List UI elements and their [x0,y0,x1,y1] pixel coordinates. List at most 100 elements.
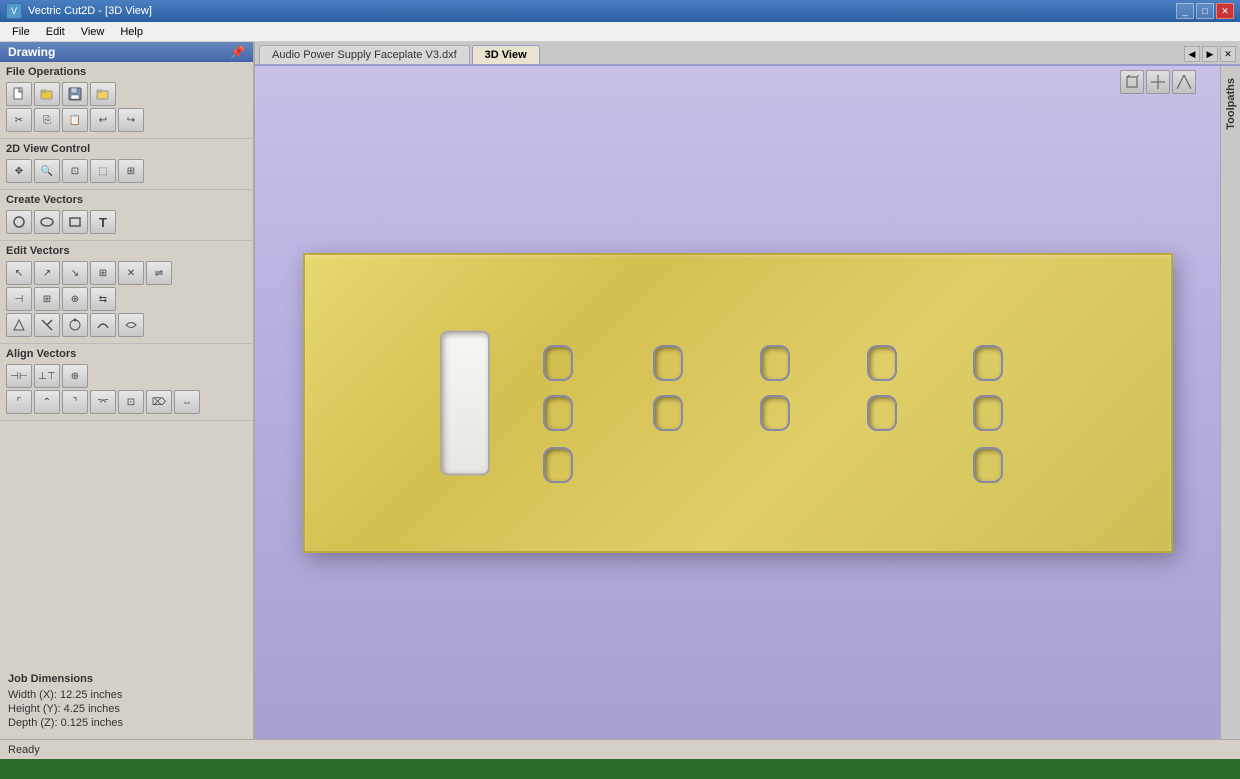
hole-1 [543,345,573,381]
ellipse-button[interactable] [34,210,60,234]
align-ml-btn[interactable]: ⌤ [90,390,116,414]
window-controls: _ □ ✕ [1176,3,1234,19]
edit-vectors-title: Edit Vectors [6,245,247,257]
edit-vectors-row1: ↖ ↗ ↘ ⊞ ✕ ⇌ [6,261,247,285]
convert-button[interactable]: ⇌ [146,261,172,285]
hole-7 [653,395,683,431]
copy-button[interactable]: ⎘ [34,108,60,132]
align-vectors-row2: ⌜ ⌃ ⌝ ⌤ ⊡ ⌦ ⇔ [6,390,247,414]
view-toolbar [1120,70,1196,94]
file-operations-title: File Operations [6,66,247,78]
node-edit-button[interactable]: ↗ [34,261,60,285]
sidebar-header: Drawing 📌 [0,42,253,62]
job-dims-title: Job Dimensions [8,673,245,685]
restore-button[interactable]: □ [1196,3,1214,19]
transform-button[interactable]: ⊞ [90,261,116,285]
smooth-node-button[interactable]: ↘ [62,261,88,285]
zoom-in-button[interactable]: 🔍 [34,159,60,183]
new-file-button[interactable] [6,82,32,106]
close-button[interactable]: ✕ [1216,3,1234,19]
trim-btn[interactable] [34,313,60,337]
weld-btn[interactable] [6,313,32,337]
sidebar-title: Drawing [8,45,55,59]
tab-close-button[interactable]: ✕ [1220,46,1236,62]
text-button[interactable]: T [90,210,116,234]
minimize-button[interactable]: _ [1176,3,1194,19]
zoom-all-button[interactable]: ⊞ [118,159,144,183]
align-center-v-btn[interactable]: ⊥⊤ [34,364,60,388]
save-button[interactable] [62,82,88,106]
hole-8 [760,395,790,431]
rect-cutout [440,330,490,475]
sidebar: Drawing 📌 File Operations [0,42,255,739]
side-view-button[interactable] [1172,70,1196,94]
edit-vectors-row2: ⊣ ⊞ ⊕ ⇆ [6,287,247,311]
align-vectors-section: Align Vectors ⊣⊢ ⊥⊤ ⊕ ⌜ ⌃ ⌝ ⌤ ⊡ ⌦ ⇔ [0,344,253,421]
hole-5 [973,345,1003,381]
job-width: Width (X): 12.25 inches [8,689,245,701]
align-vectors-title: Align Vectors [6,348,247,360]
align-vectors-row1: ⊣⊢ ⊥⊤ ⊕ [6,364,247,388]
pin-icon[interactable]: 📌 [230,45,245,59]
toolpaths-label[interactable]: Toolpaths [1225,78,1237,130]
align-tr-btn[interactable]: ⌝ [62,390,88,414]
hole-2 [653,345,683,381]
tab-3d-view[interactable]: 3D View [472,45,540,64]
cut-button[interactable]: ✂ [6,108,32,132]
zoom-box-button[interactable]: ⬚ [90,159,116,183]
isometric-view-button[interactable] [1120,70,1144,94]
tab-dxf[interactable]: Audio Power Supply Faceplate V3.dxf [259,45,470,64]
align-left-btn[interactable]: ⊣ [6,287,32,311]
align-tc-btn[interactable]: ⌃ [34,390,60,414]
content-area: Audio Power Supply Faceplate V3.dxf 3D V… [255,42,1240,739]
menu-help[interactable]: Help [112,24,151,40]
align-space-btn[interactable]: ⇔ [174,390,200,414]
delete-node-button[interactable]: ✕ [118,261,144,285]
3d-view-area[interactable] [255,66,1220,739]
rectangle-button[interactable] [62,210,88,234]
hole-12 [973,447,1003,483]
redo-button[interactable]: ↪ [118,108,144,132]
tab-prev-button[interactable]: ◀ [1184,46,1200,62]
open-folder-button[interactable] [90,82,116,106]
align-tl-btn[interactable]: ⌜ [6,390,32,414]
align-center-btn[interactable]: ⊕ [62,364,88,388]
menu-view[interactable]: View [73,24,113,40]
select-button[interactable]: ↖ [6,261,32,285]
offset-btn[interactable]: ⊕ [62,287,88,311]
tab-nav-controls: ◀ ▶ ✕ [1184,46,1236,62]
menu-file[interactable]: File [4,24,38,40]
file-operations-section: File Operations ✂ ⎘ 📋 ↩ [0,62,253,139]
app-title: Vectric Cut2D - [3D View] [28,5,1176,17]
align-mc-btn[interactable]: ⊡ [118,390,144,414]
open-file-button[interactable] [34,82,60,106]
main-layout: Drawing 📌 File Operations [0,42,1240,739]
job-height: Height (Y): 4.25 inches [8,703,245,715]
edit-vectors-row3 [6,313,247,337]
paste-button[interactable]: 📋 [62,108,88,132]
2d-view-title: 2D View Control [6,143,247,155]
smooth-btn[interactable] [90,313,116,337]
align-mr-btn[interactable]: ⌦ [146,390,172,414]
reverse-btn[interactable] [118,313,144,337]
mirror-btn[interactable]: ⇆ [90,287,116,311]
hole-10 [973,395,1003,431]
job-dimensions: Job Dimensions Width (X): 12.25 inches H… [0,665,253,739]
create-vectors-section: Create Vectors T [0,190,253,241]
undo-button[interactable]: ↩ [90,108,116,132]
front-view-button[interactable] [1146,70,1170,94]
edit-vectors-section: Edit Vectors ↖ ↗ ↘ ⊞ ✕ ⇌ ⊣ ⊞ ⊕ ⇆ [0,241,253,344]
tab-next-button[interactable]: ▶ [1202,46,1218,62]
create-vectors-title: Create Vectors [6,194,247,206]
align-center-h-btn[interactable]: ⊣⊢ [6,364,32,388]
status-text: Ready [8,744,40,756]
file-ops-row2: ✂ ⎘ 📋 ↩ ↪ [6,108,247,132]
pan-button[interactable]: ✥ [6,159,32,183]
zoom-fit-button[interactable]: ⊡ [62,159,88,183]
group-btn[interactable]: ⊞ [34,287,60,311]
menu-edit[interactable]: Edit [38,24,73,40]
close-path-btn[interactable] [62,313,88,337]
faceplate [303,253,1173,553]
circle-button[interactable] [6,210,32,234]
file-ops-row1 [6,82,247,106]
